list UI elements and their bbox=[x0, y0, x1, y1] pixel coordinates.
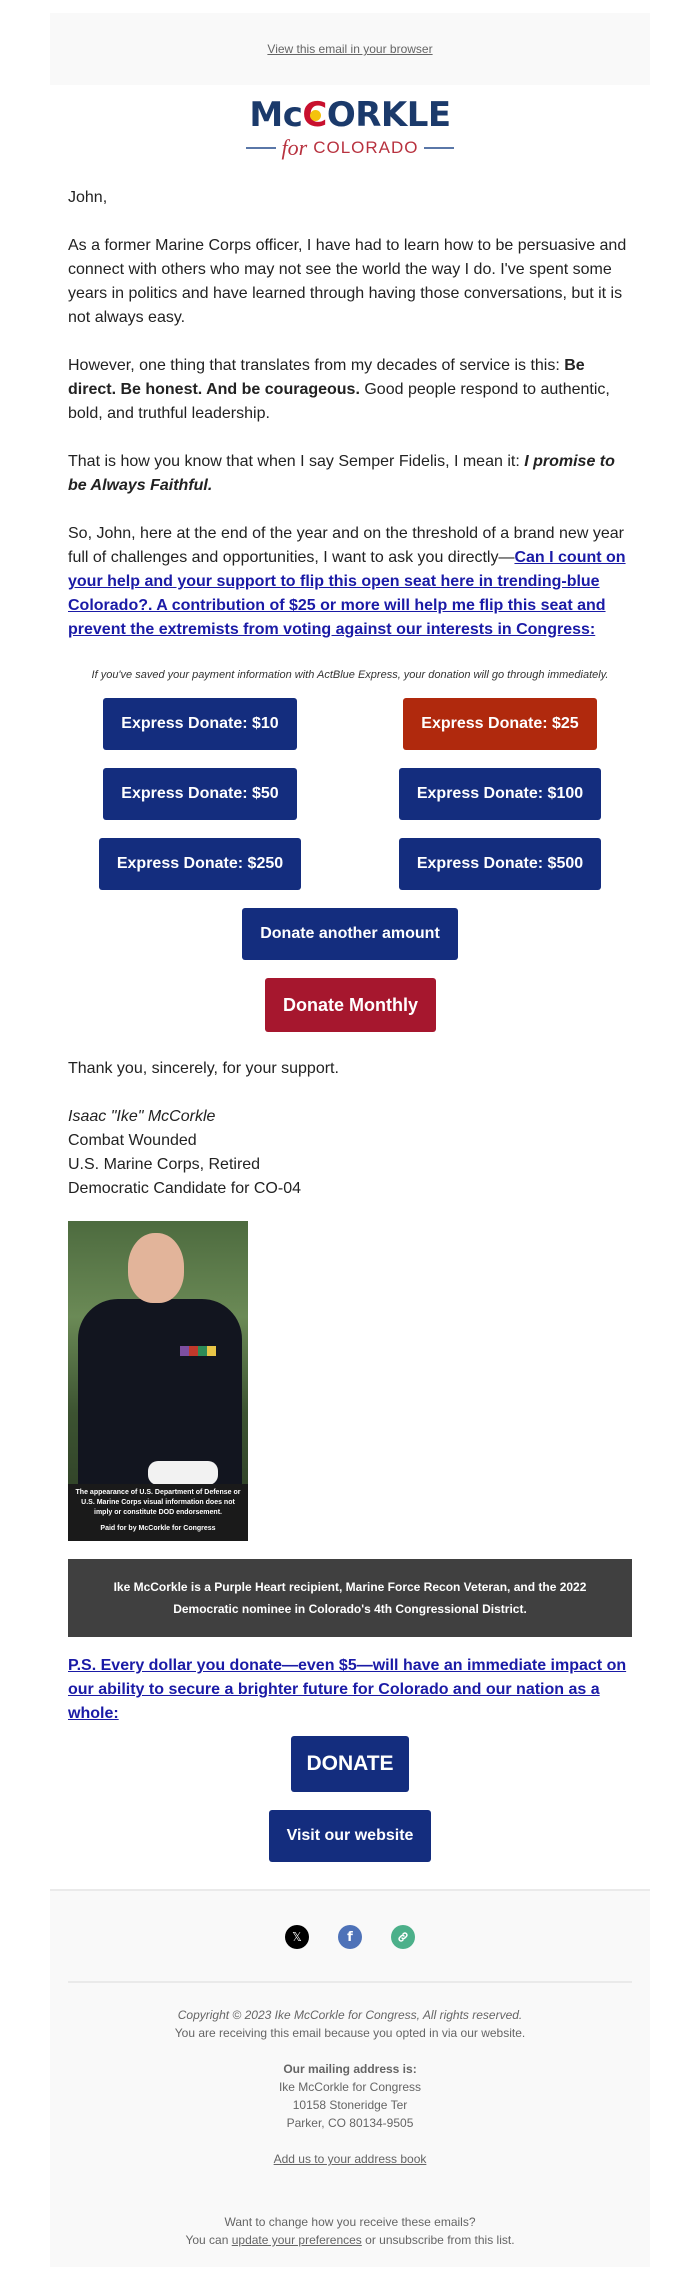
candidate-photo: The appearance of U.S. Department of Def… bbox=[68, 1221, 248, 1541]
preferences-line: You can update your preferences or unsub… bbox=[185, 2233, 515, 2247]
signer-name: Isaac "Ike" McCorkle bbox=[68, 1108, 216, 1125]
signer-title-1: Combat Wounded bbox=[68, 1132, 197, 1149]
campaign-logo: McCORKLE for COLORADO bbox=[243, 97, 457, 163]
donate-monthly-button[interactable]: Donate Monthly bbox=[265, 978, 436, 1032]
add-to-address-book-link[interactable]: Add us to your address book bbox=[274, 2152, 427, 2166]
address-org: Ike McCorkle for Congress bbox=[278, 2080, 422, 2094]
paragraph-intro: As a former Marine Corps officer, I have… bbox=[68, 237, 627, 326]
thank-you-line: Thank you, sincerely, for your support. bbox=[68, 1060, 339, 1077]
logo-name-suffix: ORKLE bbox=[326, 95, 451, 135]
mailing-address-heading: Our mailing address is: bbox=[283, 2062, 417, 2076]
footer-legal: Copyright © 2023 Ike McCorkle for Congre… bbox=[50, 2006, 650, 2249]
express-donate-50-button[interactable]: Express Donate: $50 bbox=[103, 768, 297, 820]
facebook-icon[interactable]: f bbox=[338, 1925, 362, 1949]
express-donate-25-button[interactable]: Express Donate: $25 bbox=[403, 698, 597, 750]
logo-tagline-for: for bbox=[281, 135, 308, 160]
address-street: 10158 Stoneridge Ter bbox=[292, 2098, 408, 2112]
website-link-icon[interactable] bbox=[391, 1925, 415, 1949]
logo-tagline: for COLORADO bbox=[243, 135, 457, 161]
email-body: John, As a former Marine Corps officer, … bbox=[68, 186, 634, 666]
greeting: John, bbox=[68, 189, 108, 206]
photo-paid-for: Paid for by McCorkle for Congress bbox=[100, 1525, 216, 1532]
address-city: Parker, CO 80134-9505 bbox=[286, 2116, 414, 2130]
logo-tagline-state: COLORADO bbox=[313, 138, 419, 157]
colorado-flag-c-icon: C bbox=[302, 95, 327, 135]
photo-caption: The appearance of U.S. Department of Def… bbox=[68, 1484, 248, 1541]
chain-link-glyph bbox=[398, 1932, 408, 1942]
signer-title-2: U.S. Marine Corps, Retired bbox=[68, 1156, 261, 1173]
bio-text: Ike McCorkle is a Purple Heart recipient… bbox=[113, 1580, 587, 1616]
email-footer: 𝕏 f Copyright © 2023 Ike McCorkle for Co… bbox=[50, 1889, 650, 2267]
visit-website-button[interactable]: Visit our website bbox=[269, 1810, 431, 1862]
paragraph-values: However, one thing that translates from … bbox=[68, 357, 610, 422]
social-links: 𝕏 f bbox=[50, 1925, 650, 1949]
postscript: P.S. Every dollar you donate—even $5—wil… bbox=[68, 1654, 634, 1726]
photo-dod-disclaimer: The appearance of U.S. Department of Def… bbox=[75, 1489, 241, 1516]
express-donate-10-button[interactable]: Express Donate: $10 bbox=[103, 698, 297, 750]
photo-head bbox=[128, 1233, 184, 1303]
signature-block: Thank you, sincerely, for your support. … bbox=[68, 1057, 634, 1201]
change-prompt: Want to change how you receive these ema… bbox=[224, 2215, 476, 2229]
donate-another-amount-button[interactable]: Donate another amount bbox=[242, 908, 458, 960]
x-twitter-icon[interactable]: 𝕏 bbox=[285, 1925, 309, 1949]
copyright-text: Copyright © 2023 Ike McCorkle for Congre… bbox=[177, 2008, 523, 2022]
express-donate-100-button[interactable]: Express Donate: $100 bbox=[399, 768, 601, 820]
express-donate-500-button[interactable]: Express Donate: $500 bbox=[399, 838, 601, 890]
logo-rule-left bbox=[245, 147, 276, 149]
preheader-bar: View this email in your browser bbox=[50, 13, 650, 85]
update-preferences-link[interactable]: update your preferences bbox=[232, 2233, 362, 2247]
bio-banner: Ike McCorkle is a Purple Heart recipient… bbox=[68, 1559, 632, 1637]
photo-medal-ribbons bbox=[180, 1346, 216, 1356]
opt-in-text: You are receiving this email because you… bbox=[174, 2026, 526, 2040]
signer-title-3: Democratic Candidate for CO-04 bbox=[68, 1180, 301, 1197]
donate-button[interactable]: DONATE bbox=[291, 1736, 409, 1792]
logo-rule-right bbox=[424, 147, 455, 149]
actblue-express-note: If you've saved your payment information… bbox=[91, 669, 609, 681]
view-in-browser-link[interactable]: View this email in your browser bbox=[267, 42, 432, 56]
logo-wordmark: McCORKLE bbox=[243, 97, 457, 133]
paragraph-semper-fi: That is how you know that when I say Sem… bbox=[68, 453, 615, 494]
logo-name-prefix: Mc bbox=[249, 95, 303, 135]
footer-divider bbox=[68, 1981, 632, 1983]
photo-white-gloves bbox=[148, 1461, 218, 1485]
paragraph-ask: So, John, here at the end of the year an… bbox=[68, 525, 626, 638]
express-donate-250-button[interactable]: Express Donate: $250 bbox=[99, 838, 301, 890]
ps-donate-link[interactable]: P.S. Every dollar you donate—even $5—wil… bbox=[68, 1657, 626, 1722]
